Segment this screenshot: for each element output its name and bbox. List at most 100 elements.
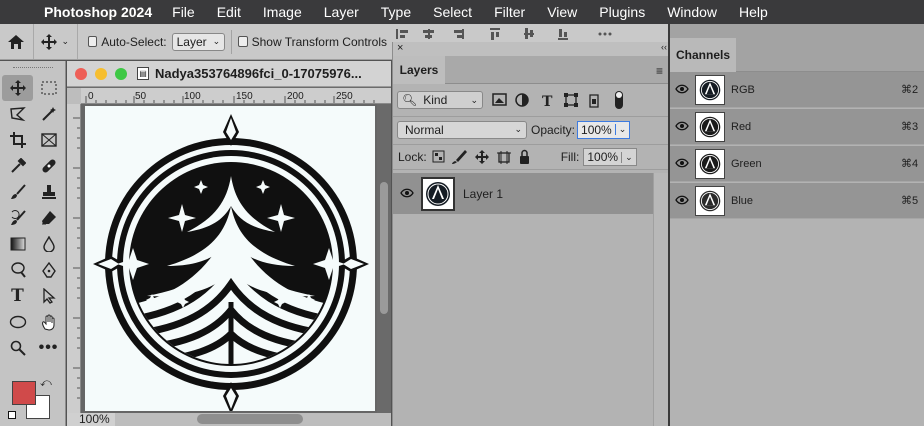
menu-help[interactable]: Help: [739, 4, 768, 20]
eye-icon: [400, 188, 414, 197]
menu-type[interactable]: Type: [381, 4, 411, 20]
filter-type-icons[interactable]: T: [491, 91, 607, 109]
chevron-down-icon[interactable]: ⌄: [614, 124, 630, 135]
hand-tool[interactable]: [33, 309, 64, 335]
default-colors-icon[interactable]: [8, 411, 16, 419]
eyedropper-tool[interactable]: [2, 153, 33, 179]
show-transform-checkbox[interactable]: [238, 36, 248, 47]
artboard[interactable]: [85, 106, 375, 413]
auto-select-checkbox[interactable]: [87, 36, 98, 47]
chevron-down-icon[interactable]: ⌄: [621, 151, 636, 163]
ruler-origin[interactable]: [67, 88, 81, 104]
toolbar-divider: [231, 29, 233, 54]
move-tool-preset[interactable]: ⌄: [34, 24, 78, 59]
minimize-window-button[interactable]: [95, 67, 107, 80]
filter-toggle-switch[interactable]: [615, 91, 623, 109]
menu-layer[interactable]: Layer: [324, 4, 359, 20]
tab-channels[interactable]: Channels: [670, 38, 736, 72]
channel-row-blue[interactable]: Blue ⌘5: [670, 183, 924, 219]
eye-icon[interactable]: [670, 120, 694, 134]
panel-menu-icon[interactable]: ≡: [656, 64, 663, 78]
history-brush-tool[interactable]: [2, 205, 33, 231]
gradient-tool[interactable]: [2, 231, 33, 257]
menu-edit[interactable]: Edit: [217, 4, 241, 20]
layer-row[interactable]: Layer 1: [393, 173, 653, 214]
lock-icons[interactable]: [431, 148, 531, 166]
pen-icon: [41, 262, 56, 278]
channel-shortcut: ⌘4: [901, 158, 919, 170]
zoom-level-field[interactable]: 100%: [67, 413, 115, 426]
menu-view[interactable]: View: [547, 4, 577, 20]
healing-brush-tool[interactable]: [33, 153, 64, 179]
clone-stamp-tool[interactable]: [33, 179, 64, 205]
vertical-scroll-thumb[interactable]: [380, 182, 388, 314]
eye-icon[interactable]: [670, 157, 694, 171]
auto-select-dropdown[interactable]: Layer ⌄: [171, 32, 226, 51]
eraser-tool[interactable]: [33, 205, 64, 231]
horizontal-scroll-thumb[interactable]: [197, 414, 303, 424]
dodge-tool[interactable]: [2, 257, 33, 283]
magic-wand-tool[interactable]: [33, 101, 64, 127]
home-button[interactable]: [0, 24, 34, 59]
frame-tool[interactable]: [33, 127, 64, 153]
zoom-window-button[interactable]: [115, 67, 127, 80]
channel-row-rgb[interactable]: RGB ⌘2: [670, 72, 924, 108]
foreground-color-swatch[interactable]: [12, 381, 36, 405]
type-icon: T: [11, 286, 24, 306]
type-tool[interactable]: T: [2, 283, 33, 309]
fill-input[interactable]: 100% ⌄: [583, 148, 637, 166]
eye-icon[interactable]: [670, 83, 694, 97]
close-panel-icon[interactable]: ×: [397, 42, 403, 54]
menu-window[interactable]: Window: [667, 4, 717, 20]
ellipse-tool[interactable]: [2, 309, 33, 335]
layers-scrollbar[interactable]: [653, 173, 669, 426]
brush-tool[interactable]: [2, 179, 33, 205]
vertical-scrollbar[interactable]: [377, 104, 391, 413]
panel-grip[interactable]: [0, 61, 65, 75]
lasso-tool[interactable]: [2, 101, 33, 127]
arrow-pointer-icon: [42, 288, 56, 304]
zoom-tool[interactable]: [2, 335, 33, 361]
magic-wand-icon: [41, 107, 56, 121]
menu-file[interactable]: File: [172, 4, 195, 20]
marquee-tool[interactable]: [33, 75, 64, 101]
layer-thumbnail[interactable]: [421, 176, 455, 211]
collapse-panel-icon[interactable]: ‹‹: [661, 42, 667, 52]
menu-image[interactable]: Image: [263, 4, 302, 20]
panel-header-strip: × ‹‹: [393, 42, 669, 56]
path-selection-tool[interactable]: [33, 283, 64, 309]
menu-filter[interactable]: Filter: [494, 4, 525, 20]
menu-select[interactable]: Select: [433, 4, 472, 20]
menu-app-name[interactable]: Photoshop 2024: [44, 4, 152, 20]
blend-mode-dropdown[interactable]: Normal ⌄: [397, 120, 527, 139]
blur-tool[interactable]: [33, 231, 64, 257]
eye-icon[interactable]: [670, 194, 694, 208]
move-tool[interactable]: [2, 75, 33, 101]
opacity-value: 100%: [581, 122, 612, 137]
gradient-icon: [10, 237, 25, 251]
filter-kind-dropdown[interactable]: 🔍︎ Kind ⌄: [397, 91, 483, 109]
swap-colors-icon[interactable]: ⤺: [40, 377, 52, 390]
crop-tool[interactable]: [2, 127, 33, 153]
ellipse-icon: [9, 315, 26, 329]
search-icon: 🔍︎: [402, 93, 418, 107]
opacity-input[interactable]: 100% ⌄: [577, 120, 631, 139]
home-icon: [8, 34, 25, 49]
channel-row-red[interactable]: Red ⌘3: [670, 109, 924, 145]
channel-name: Blue: [731, 194, 754, 207]
lock-label: Lock:: [398, 150, 427, 164]
tab-layers[interactable]: Layers: [393, 56, 445, 84]
auto-select-value: Layer: [176, 34, 207, 49]
pen-tool[interactable]: [33, 257, 64, 283]
horizontal-ruler[interactable]: 0 50 100 150 200 250: [81, 88, 391, 104]
layer-name[interactable]: Layer 1: [463, 187, 503, 201]
close-window-button[interactable]: [75, 67, 87, 80]
canvas-area[interactable]: [81, 104, 377, 413]
stamp-icon: [41, 185, 56, 199]
eye-icon[interactable]: [393, 187, 421, 201]
menu-plugins[interactable]: Plugins: [599, 4, 645, 20]
more-tools-button[interactable]: •••: [33, 335, 64, 361]
document-titlebar[interactable]: ▤ Nadya353764896fci_0-17075976...: [67, 61, 391, 87]
vertical-ruler[interactable]: [67, 88, 81, 413]
channel-row-green[interactable]: Green ⌘4: [670, 146, 924, 182]
